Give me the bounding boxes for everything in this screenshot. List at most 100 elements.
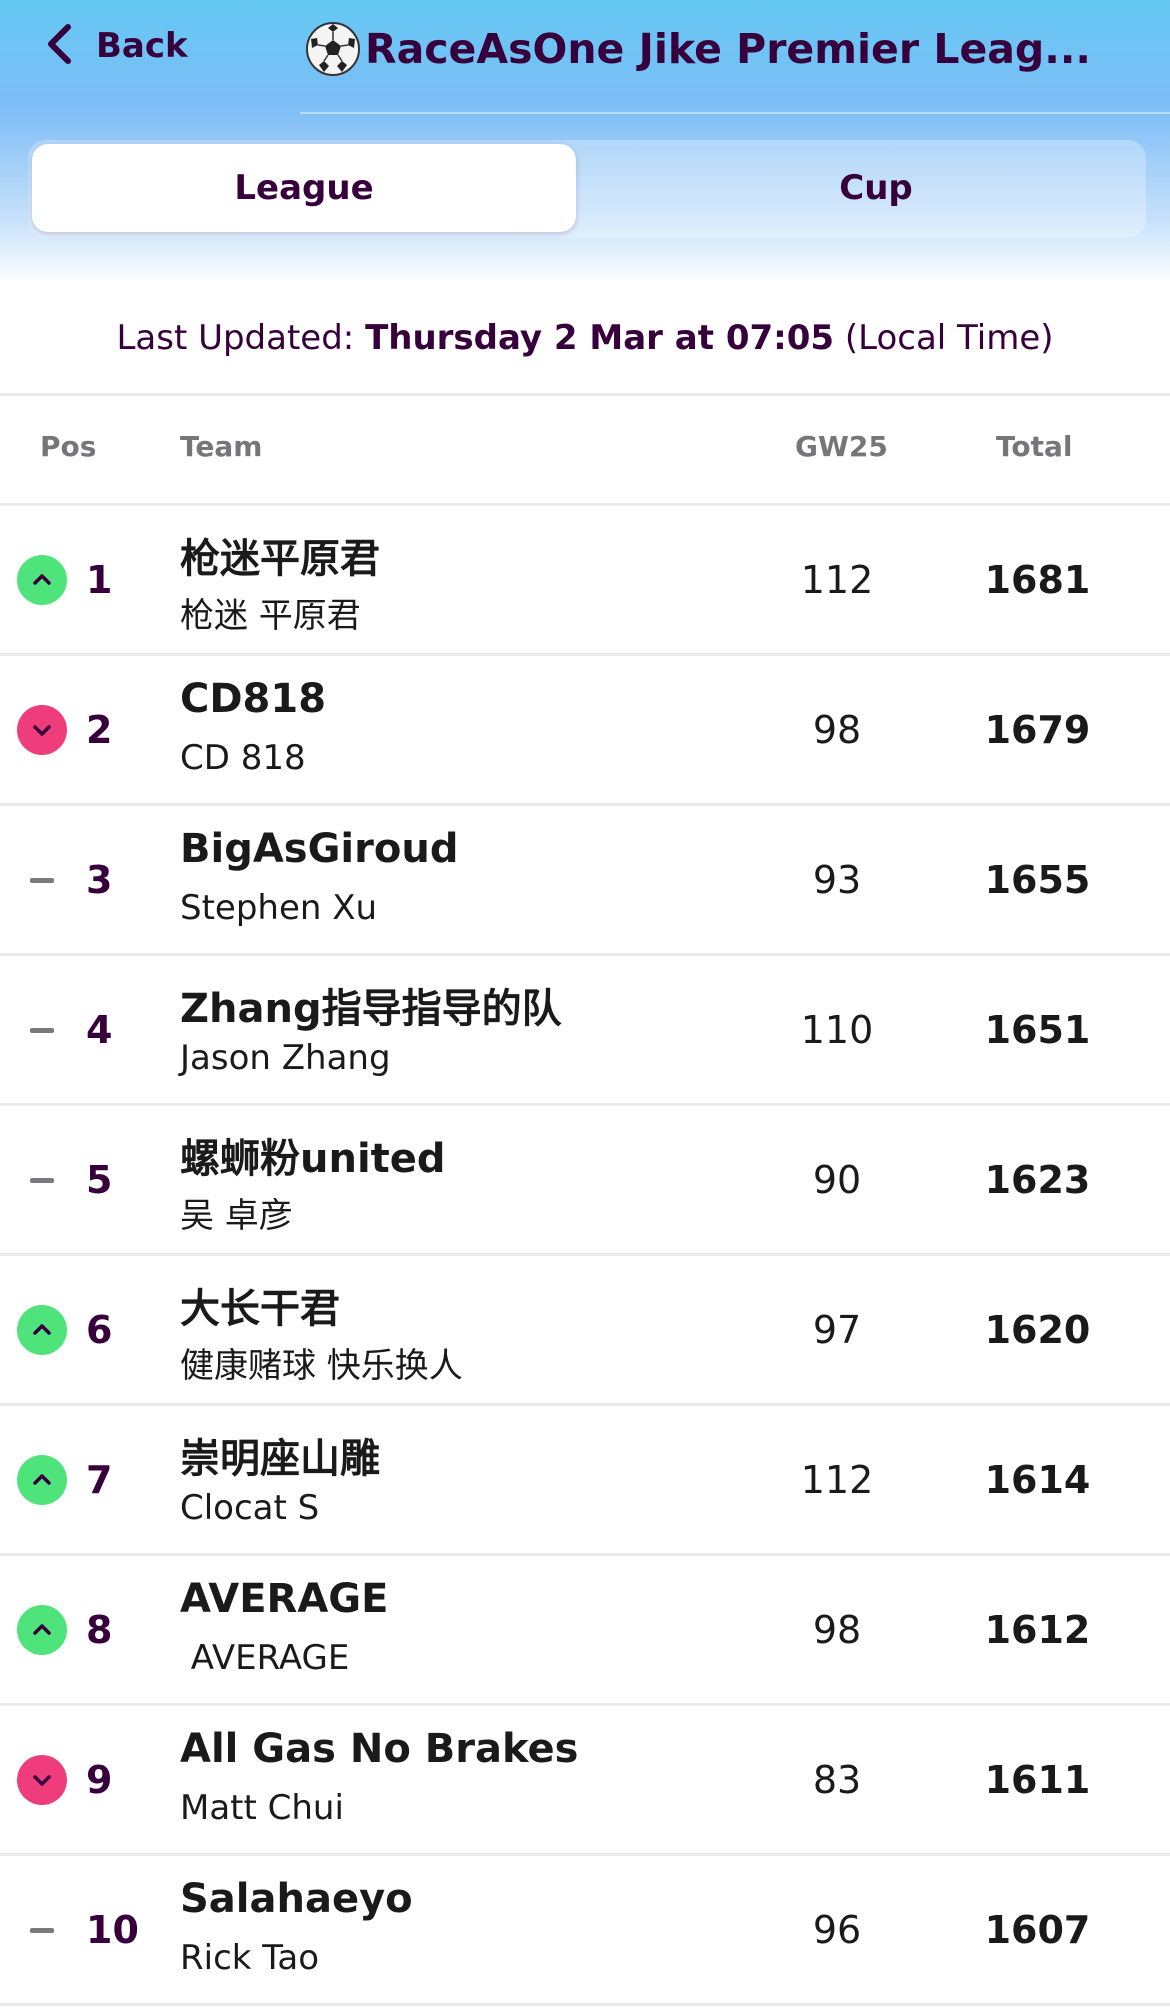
- table-row[interactable]: 5 螺蛳粉united 吴 卓彦 90 1623: [0, 1106, 1170, 1256]
- back-button[interactable]: Back: [42, 18, 188, 74]
- chevron-up-icon: [29, 1617, 55, 1643]
- page-title: RaceAsOne Jike Premier Leag...: [305, 18, 1125, 80]
- movement-indicator: [17, 1755, 67, 1805]
- movement-indicator: [17, 555, 67, 605]
- manager-name: 吴 卓彦: [180, 1196, 293, 1236]
- total-points: 1679: [984, 707, 1091, 752]
- total-points: 1612: [984, 1607, 1091, 1652]
- manager-name: CD 818: [180, 738, 306, 778]
- gameweek-points: 90: [812, 1157, 862, 1202]
- no-change-dash-icon: [30, 1027, 54, 1033]
- table-row[interactable]: 6 大长干君 健康赌球 快乐换人 97 1620: [0, 1256, 1170, 1406]
- table-row[interactable]: 8 AVERAGE AVERAGE 98 1612: [0, 1556, 1170, 1706]
- table-row[interactable]: 4 Zhang指导指导的队 Jason Zhang 110 1651: [0, 956, 1170, 1106]
- last-updated-prefix: Last Updated:: [116, 318, 366, 358]
- no-change-dash-icon: [30, 1177, 54, 1183]
- column-header-pos: Pos: [40, 430, 97, 463]
- column-header-gw: GW25: [795, 430, 888, 463]
- last-updated-datetime: Thursday 2 Mar at 07:05: [365, 318, 835, 358]
- team-name: Salahaeyo: [180, 1876, 413, 1922]
- table-row[interactable]: 3 BigAsGiroud Stephen Xu 93 1655: [0, 806, 1170, 956]
- manager-name: Jason Zhang: [180, 1038, 391, 1078]
- movement-indicator: [17, 1005, 67, 1055]
- gameweek-points: 93: [812, 857, 862, 902]
- table-row[interactable]: 1 枪迷平原君 枪迷 平原君 112 1681: [0, 506, 1170, 656]
- tab-league[interactable]: League: [32, 144, 576, 232]
- gameweek-points: 112: [800, 557, 874, 602]
- total-points: 1614: [984, 1457, 1091, 1502]
- team-name: 螺蛳粉united: [180, 1136, 446, 1182]
- last-updated-suffix: (Local Time): [834, 318, 1054, 358]
- rank: 5: [86, 1157, 113, 1202]
- tab-cup[interactable]: Cup: [610, 144, 1142, 232]
- gameweek-points: 98: [812, 707, 862, 752]
- team-name: 枪迷平原君: [180, 536, 380, 582]
- team-name: 崇明座山雕: [180, 1436, 380, 1482]
- gameweek-points: 110: [800, 1007, 874, 1052]
- soccer-ball-icon: [305, 21, 361, 77]
- back-label: Back: [96, 26, 188, 66]
- gameweek-points: 96: [812, 1907, 862, 1952]
- total-points: 1620: [984, 1307, 1091, 1352]
- header-divider: [300, 112, 1170, 114]
- last-updated: Last Updated: Thursday 2 Mar at 07:05 (L…: [0, 318, 1170, 358]
- team-name: CD818: [180, 676, 327, 722]
- chevron-up-icon: [29, 1317, 55, 1343]
- chevron-down-icon: [29, 1767, 55, 1793]
- chevron-down-icon: [29, 717, 55, 743]
- manager-name: AVERAGE: [180, 1638, 350, 1678]
- chevron-up-icon: [29, 567, 55, 593]
- total-points: 1607: [984, 1907, 1091, 1952]
- manager-name: Clocat S: [180, 1488, 320, 1528]
- league-title: RaceAsOne Jike Premier Leag...: [365, 25, 1091, 73]
- total-points: 1651: [984, 1007, 1091, 1052]
- rank: 2: [86, 707, 113, 752]
- tab-bar: League Cup: [28, 140, 1146, 238]
- rank: 3: [86, 857, 113, 902]
- manager-name: Stephen Xu: [180, 888, 378, 928]
- gameweek-points: 112: [800, 1457, 874, 1502]
- gameweek-points: 97: [812, 1307, 862, 1352]
- gameweek-points: 98: [812, 1607, 862, 1652]
- no-change-dash-icon: [30, 1927, 54, 1933]
- rank: 4: [86, 1007, 113, 1052]
- rank: 8: [86, 1607, 113, 1652]
- movement-indicator: [17, 1605, 67, 1655]
- movement-indicator: [17, 1455, 67, 1505]
- standings-table: 1 枪迷平原君 枪迷 平原君 112 1681 2 CD818 CD 818 9…: [0, 506, 1170, 2006]
- table-row[interactable]: 2 CD818 CD 818 98 1679: [0, 656, 1170, 806]
- divider: [0, 393, 1170, 396]
- rank: 1: [86, 557, 113, 602]
- movement-indicator: [17, 1905, 67, 1955]
- team-name: BigAsGiroud: [180, 826, 459, 872]
- movement-indicator: [17, 705, 67, 755]
- no-change-dash-icon: [30, 877, 54, 883]
- rank: 6: [86, 1307, 113, 1352]
- rank: 10: [86, 1907, 139, 1952]
- rank: 7: [86, 1457, 113, 1502]
- manager-name: 枪迷 平原君: [180, 596, 361, 636]
- team-name: 大长干君: [180, 1286, 340, 1332]
- table-row[interactable]: 10 Salahaeyo Rick Tao 96 1607: [0, 1856, 1170, 2006]
- manager-name: Matt Chui: [180, 1788, 344, 1828]
- movement-indicator: [17, 855, 67, 905]
- team-name: AVERAGE: [180, 1576, 389, 1622]
- header-bar: Back RaceAsOne Jike Premier Leag... Leag…: [0, 0, 1170, 285]
- column-header-total: Total: [996, 430, 1073, 463]
- rank: 9: [86, 1757, 113, 1802]
- total-points: 1611: [984, 1757, 1091, 1802]
- chevron-left-icon: [42, 22, 76, 70]
- movement-indicator: [17, 1155, 67, 1205]
- table-row[interactable]: 9 All Gas No Brakes Matt Chui 83 1611: [0, 1706, 1170, 1856]
- gameweek-points: 83: [812, 1757, 862, 1802]
- manager-name: Rick Tao: [180, 1938, 320, 1978]
- movement-indicator: [17, 1305, 67, 1355]
- total-points: 1681: [984, 557, 1091, 602]
- manager-name: 健康赌球 快乐换人: [180, 1346, 463, 1386]
- chevron-up-icon: [29, 1467, 55, 1493]
- total-points: 1655: [984, 857, 1091, 902]
- team-name: All Gas No Brakes: [180, 1726, 579, 1772]
- column-header-team: Team: [180, 430, 263, 463]
- table-row[interactable]: 7 崇明座山雕 Clocat S 112 1614: [0, 1406, 1170, 1556]
- team-name: Zhang指导指导的队: [180, 986, 562, 1032]
